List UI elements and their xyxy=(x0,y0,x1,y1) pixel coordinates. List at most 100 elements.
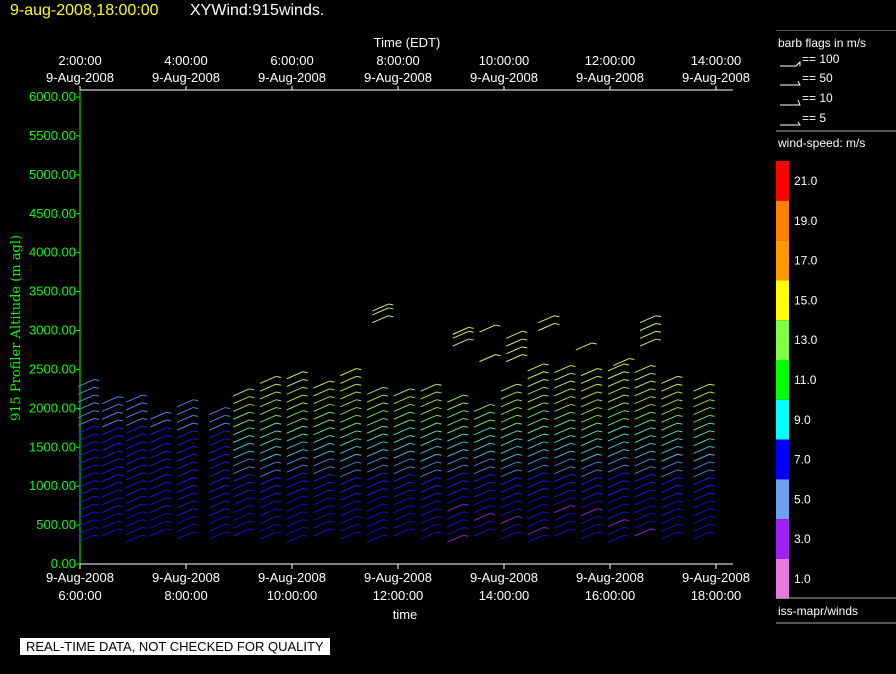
wind-barb xyxy=(286,519,308,528)
barb-shaft xyxy=(661,469,678,478)
barb-shaft xyxy=(340,438,357,447)
barb-flag xyxy=(249,442,255,445)
wind-barb xyxy=(473,419,496,428)
barb-shaft xyxy=(259,484,277,493)
wind-barb xyxy=(176,438,199,447)
wind-barb xyxy=(554,505,576,514)
barb-shaft xyxy=(125,503,143,512)
barb-flag xyxy=(516,430,522,433)
wind-barb xyxy=(580,375,603,384)
barb-shaft xyxy=(208,508,226,517)
barb-flag xyxy=(275,492,282,495)
barb-shaft xyxy=(340,383,357,392)
barb-flag xyxy=(382,488,389,490)
wind-barb xyxy=(77,472,100,481)
barb-flag xyxy=(677,477,683,480)
barb-flag xyxy=(597,438,603,441)
barb-flag xyxy=(677,414,683,417)
wind-barb xyxy=(447,464,469,473)
barb-shaft xyxy=(286,441,303,450)
barb-flag xyxy=(225,430,231,433)
barb-shaft xyxy=(366,519,384,528)
speed-color-swatch xyxy=(776,320,789,360)
wind-barb xyxy=(125,472,148,481)
barb-flag xyxy=(382,495,389,498)
wind-barb xyxy=(554,365,576,373)
barb-flag xyxy=(356,438,362,441)
barb-shaft xyxy=(150,528,167,537)
barb-flag xyxy=(709,477,715,480)
barb-shaft xyxy=(473,419,491,428)
wind-barb xyxy=(607,534,629,543)
wind-barb xyxy=(527,441,549,450)
barb-shaft xyxy=(176,500,194,509)
barb-flag xyxy=(597,492,603,495)
barb-flag xyxy=(463,456,469,459)
wind-barb xyxy=(340,391,362,400)
wind-barb xyxy=(393,474,415,482)
wind-barb xyxy=(77,511,100,520)
barb-shaft xyxy=(693,461,710,470)
wind-barb xyxy=(500,461,522,470)
barb-flag xyxy=(225,484,231,487)
wind-barb xyxy=(580,523,603,532)
barb-shaft xyxy=(208,500,226,509)
wind-barb xyxy=(313,520,335,529)
barb-flag xyxy=(709,407,715,410)
wind-barb xyxy=(393,396,415,405)
barb-flag xyxy=(249,450,255,453)
wind-barb xyxy=(580,368,603,377)
barb-flag xyxy=(117,474,124,476)
barb-flag xyxy=(489,512,496,515)
barb-flag xyxy=(463,472,469,475)
barb-flag xyxy=(489,435,496,438)
barb-shaft xyxy=(580,492,598,501)
barb-shaft xyxy=(176,508,194,517)
wind-barb xyxy=(580,422,603,431)
barb-shaft xyxy=(259,469,277,478)
wind-barb xyxy=(634,474,656,482)
barb-shaft xyxy=(661,453,678,462)
barb-flag xyxy=(225,445,231,448)
wind-barb xyxy=(580,383,603,392)
y-axis-tick-label: 6000.00 xyxy=(29,89,76,104)
barb-flag xyxy=(142,488,148,490)
barb-flag xyxy=(623,534,629,537)
barb-flag xyxy=(650,520,656,523)
wind-barb xyxy=(580,438,603,447)
barb-shaft xyxy=(447,417,464,426)
barb-flag xyxy=(463,464,469,467)
barb-flag xyxy=(570,458,576,461)
wind-barb xyxy=(150,442,172,451)
barb-flag xyxy=(225,516,231,519)
barb-flag xyxy=(166,419,172,422)
barb-flag xyxy=(166,442,172,445)
barb-shaft xyxy=(693,523,710,532)
barb-flag xyxy=(543,472,549,475)
barb-flag xyxy=(382,394,389,397)
barb-shaft xyxy=(447,511,464,520)
barb-flag xyxy=(225,453,231,456)
barb-shaft xyxy=(607,519,625,528)
wind-barb xyxy=(527,526,549,535)
barb-shaft xyxy=(420,531,437,540)
wind-barb xyxy=(150,419,172,428)
barb-flag xyxy=(623,425,629,428)
wind-barb xyxy=(473,520,496,529)
barb-shaft xyxy=(447,534,464,543)
wind-barb xyxy=(420,407,442,416)
barb-flag xyxy=(543,371,549,374)
barb-flag xyxy=(677,391,683,394)
wind-barb xyxy=(634,466,656,475)
barb-flag xyxy=(543,425,549,428)
barb-shaft xyxy=(554,380,571,389)
wind-barb xyxy=(233,411,255,420)
barb-shaft xyxy=(340,391,357,400)
barb-shaft xyxy=(505,346,523,355)
wind-barb xyxy=(420,508,442,517)
barb-flag xyxy=(709,422,715,425)
barb-flag xyxy=(650,442,656,445)
wind-barb xyxy=(125,488,148,496)
barb-flag xyxy=(409,403,415,406)
speed-color-swatch xyxy=(776,439,789,480)
